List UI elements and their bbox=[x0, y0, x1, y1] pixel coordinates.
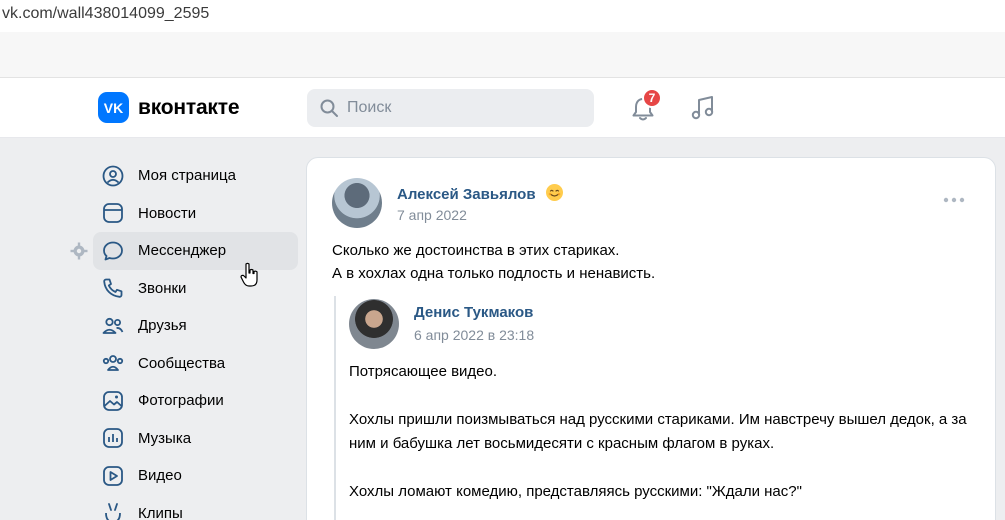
post-text-line: Сколько же достоинства в этих стариках. bbox=[332, 242, 620, 259]
left-sidebar: Моя страница Новости Мессенджер Звонки Д… bbox=[93, 157, 298, 520]
address-bar[interactable]: vk.com/wall438014099_2595 bbox=[0, 0, 1005, 32]
author-avatar[interactable] bbox=[332, 178, 382, 228]
repost-divider bbox=[334, 296, 336, 520]
sidebar-item-label: Новости bbox=[138, 204, 197, 222]
friends-icon bbox=[102, 317, 124, 334]
sidebar-item-label: Звонки bbox=[138, 279, 187, 297]
sidebar-item-label: Сообщества bbox=[138, 354, 226, 372]
repost-paragraph: Хохлы пришли поизмываться над русскими с… bbox=[349, 411, 967, 452]
search-icon bbox=[320, 99, 338, 117]
vk-logo-text: вконтакте bbox=[138, 95, 240, 119]
smile-emoji-icon bbox=[545, 184, 563, 201]
sidebar-item-label: Фотографии bbox=[138, 392, 224, 410]
bookmarks-strip bbox=[0, 32, 1005, 78]
sidebar-item-music[interactable]: Музыка bbox=[93, 420, 298, 458]
photos-icon bbox=[103, 390, 123, 411]
sidebar-item-label: Друзья bbox=[138, 317, 187, 335]
hand-cursor-icon bbox=[240, 262, 258, 287]
post-author[interactable]: Алексей Завьялов bbox=[397, 184, 563, 203]
post-author-name[interactable]: Алексей Завьялов bbox=[397, 186, 536, 203]
sidebar-item-video[interactable]: Видео bbox=[93, 457, 298, 495]
gear-icon[interactable] bbox=[70, 242, 88, 260]
post-date[interactable]: 7 апр 2022 bbox=[397, 207, 467, 223]
sidebar-item-label: Моя страница bbox=[138, 167, 236, 185]
music-icon bbox=[103, 428, 123, 449]
sidebar-item-photos[interactable]: Фотографии bbox=[93, 382, 298, 420]
sidebar-item-communities[interactable]: Сообщества bbox=[93, 345, 298, 383]
repost-paragraph: Потрясающее видео. bbox=[349, 363, 498, 380]
sidebar-item-label: Видео bbox=[138, 467, 182, 485]
top-header: VK вконтакте 7 bbox=[0, 78, 1005, 138]
repost-author-avatar[interactable] bbox=[349, 299, 399, 349]
music-icon[interactable] bbox=[690, 94, 716, 122]
clips-icon bbox=[105, 503, 121, 520]
vk-logo[interactable]: VK вконтакте bbox=[98, 92, 239, 123]
sidebar-item-news[interactable]: Новости bbox=[93, 195, 298, 233]
url-text[interactable]: vk.com/wall438014099_2595 bbox=[2, 5, 209, 23]
post-text: Сколько же достоинства в этих стариках. … bbox=[332, 239, 655, 285]
sidebar-item-label: Клипы bbox=[138, 504, 183, 520]
profile-icon bbox=[102, 165, 124, 187]
more-options-icon[interactable] bbox=[943, 196, 965, 204]
news-icon bbox=[103, 203, 123, 224]
messenger-icon bbox=[103, 241, 123, 261]
repost-text: Потрясающее видео. Хохлы пришли поизмыва… bbox=[349, 360, 979, 504]
sidebar-item-messenger[interactable]: Мессенджер bbox=[93, 232, 298, 270]
repost-date[interactable]: 6 апр 2022 в 23:18 bbox=[414, 327, 534, 343]
repost-paragraph: Хохлы ломают комедию, представляясь русс… bbox=[349, 483, 802, 500]
sidebar-item-calls[interactable]: Звонки bbox=[93, 270, 298, 308]
sidebar-item-friends[interactable]: Друзья bbox=[93, 307, 298, 345]
post-text-line: А в хохлах одна только подлость и ненави… bbox=[332, 265, 656, 282]
sidebar-item-clips[interactable]: Клипы bbox=[93, 495, 298, 520]
vk-logo-mark: VK bbox=[98, 92, 129, 123]
post-card: Алексей Завьялов 7 апр 2022 Сколько же д… bbox=[306, 157, 996, 520]
repost-author[interactable]: Денис Тукмаков bbox=[414, 304, 533, 321]
sidebar-item-label: Музыка bbox=[138, 429, 192, 447]
search-input[interactable] bbox=[347, 99, 567, 117]
search-box[interactable] bbox=[307, 89, 594, 127]
phone-icon bbox=[103, 278, 123, 298]
video-icon bbox=[103, 465, 123, 486]
sidebar-item-my-page[interactable]: Моя страница bbox=[93, 157, 298, 195]
communities-icon bbox=[102, 355, 124, 372]
sidebar-item-label: Мессенджер bbox=[138, 242, 227, 260]
notification-badge: 7 bbox=[642, 88, 662, 108]
